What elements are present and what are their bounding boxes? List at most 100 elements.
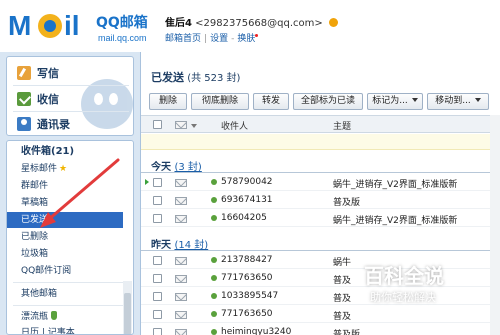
star-icon: ★: [59, 164, 68, 174]
folder-drift-bottle[interactable]: 漂流瓶: [7, 309, 123, 325]
folder-spam[interactable]: 垃圾箱: [7, 246, 123, 262]
delete-button[interactable]: 删除: [149, 93, 187, 110]
table-row[interactable]: 16604205 蜗牛_进销存_V2界面_标准版新: [141, 210, 500, 227]
sidebar-scroll-thumb[interactable]: [124, 293, 131, 334]
row-recipient: 1033895547: [221, 291, 279, 301]
folder-list: 收件箱(21) 星标邮件 ★ 群邮件 草稿箱 已发送 已删除 垃圾箱 QQ邮件订阅…: [6, 140, 134, 335]
table-row[interactable]: 771763650 普及: [141, 270, 500, 287]
contacts-icon: [17, 117, 31, 131]
mark-all-read-button[interactable]: 全部标为已读: [293, 93, 363, 110]
perm-delete-button[interactable]: 彻底删除: [191, 93, 249, 110]
folder-calendar-notes[interactable]: 日历 | 记事本: [7, 325, 123, 334]
qq-mail-logo[interactable]: M il QQ邮箱 mail.qq.com: [8, 10, 158, 50]
row-subject: 普及版: [333, 198, 361, 208]
column-recipient[interactable]: 收件人: [221, 119, 248, 132]
main-panel: 已发送 (共 523 封) 删除 彻底删除 转发 全部标为已读 标记为... 移…: [140, 52, 500, 335]
compose-button[interactable]: 写信: [7, 62, 135, 84]
row-subject: 蜗牛_进销存_V2界面_标准版新: [333, 216, 458, 226]
table-row[interactable]: 578790042 蜗牛_进销存_V2界面_标准版新: [141, 174, 500, 191]
sent-status-icon: [211, 179, 217, 185]
row-recipient: 213788427: [221, 255, 273, 265]
toolbar: 删除 彻底删除 转发 全部标为已读 标记为... 移动到...: [149, 93, 500, 110]
select-all-checkbox[interactable]: [153, 120, 162, 129]
sent-status-icon: [211, 329, 217, 335]
envelope-icon: [175, 329, 187, 335]
chevron-down-icon: [474, 98, 481, 102]
bottle-icon: [51, 311, 58, 320]
table-row[interactable]: heiminqyu3240 普及版: [141, 324, 500, 335]
user-line: 隹后4 <2982375668@qq.com>: [165, 14, 338, 29]
compose-icon: [17, 66, 31, 80]
envelope-icon: [175, 257, 187, 265]
mark-as-dropdown[interactable]: 标记为...: [367, 93, 423, 110]
group-yesterday: 昨天 (14 封): [151, 240, 209, 251]
row-recipient: heiminqyu3240: [221, 327, 292, 335]
sent-status-icon: [211, 311, 217, 317]
receive-button[interactable]: 收信: [7, 88, 135, 110]
folder-subscriptions[interactable]: QQ邮件订阅: [7, 263, 123, 279]
folder-drafts[interactable]: 草稿箱: [7, 195, 123, 211]
envelope-icon: [175, 197, 187, 205]
row-recipient: 771763650: [221, 309, 273, 319]
row-checkbox[interactable]: [153, 274, 162, 283]
row-checkbox[interactable]: [153, 328, 162, 335]
table-row[interactable]: 771763650 普及: [141, 306, 500, 323]
user-email: <2982375668@qq.com>: [195, 18, 323, 29]
folder-inbox[interactable]: 收件箱(21): [7, 144, 123, 160]
folder-sent[interactable]: 已发送: [7, 212, 123, 228]
folder-other-mailboxes[interactable]: 其他邮箱: [7, 286, 123, 302]
move-to-dropdown[interactable]: 移动到...: [427, 93, 489, 110]
watermark-subtitle: 助你轻松解决: [370, 291, 436, 304]
envelope-icon: [175, 293, 187, 301]
link-mail-home[interactable]: 邮箱首页: [165, 34, 201, 44]
row-subject: 蜗牛_进销存_V2界面_标准版新: [333, 180, 458, 190]
notice-bar: [141, 134, 500, 150]
envelope-icon: [175, 121, 187, 129]
mail-count: (共 523 封): [187, 73, 241, 84]
row-subject: 普及: [333, 312, 352, 322]
row-recipient: 771763650: [221, 273, 273, 283]
chevron-down-icon: [411, 98, 418, 102]
group-today: 今天 (3 封): [151, 162, 202, 173]
folder-starred[interactable]: 星标邮件 ★: [7, 161, 123, 177]
row-checkbox[interactable]: [153, 310, 162, 319]
watermark-title: 百科全说: [364, 264, 444, 288]
row-checkbox[interactable]: [153, 178, 162, 187]
current-row-icon: [145, 179, 149, 185]
quick-actions: 写信 收信 通讯录: [6, 56, 134, 136]
row-recipient: 578790042: [221, 177, 273, 187]
link-skin[interactable]: 换肤: [237, 34, 255, 44]
envelope-icon: [175, 275, 187, 283]
row-checkbox[interactable]: [153, 196, 162, 205]
row-checkbox[interactable]: [153, 256, 162, 265]
column-subject[interactable]: 主题: [333, 119, 351, 132]
inbox-icon: [17, 92, 31, 106]
page-title: 已发送 (共 523 封): [151, 71, 241, 84]
sent-status-icon: [211, 293, 217, 299]
row-subject: 普及: [333, 276, 352, 286]
sent-status-icon: [211, 197, 217, 203]
forward-button[interactable]: 转发: [253, 93, 289, 110]
status-icon[interactable]: [328, 18, 338, 27]
folder-group-mail[interactable]: 群邮件: [7, 178, 123, 194]
folder-deleted[interactable]: 已删除: [7, 229, 123, 245]
header: M il QQ邮箱 mail.qq.com 隹后4 <2982375668@qq…: [0, 0, 500, 52]
contacts-button[interactable]: 通讯录: [7, 113, 135, 135]
main-scrollbar[interactable]: [490, 115, 500, 335]
table-row[interactable]: 213788427 蜗牛: [141, 252, 500, 269]
row-subject: 普及: [333, 294, 352, 304]
sent-status-icon: [211, 257, 217, 263]
sidebar: 写信 收信 通讯录 收件箱(21) 星标邮件 ★ 群邮件 草稿箱 已发送 已删除 …: [0, 52, 140, 335]
table-row[interactable]: 693674131 普及版: [141, 192, 500, 209]
envelope-icon: [175, 311, 187, 319]
row-checkbox[interactable]: [153, 214, 162, 223]
table-row[interactable]: 1033895547 普及: [141, 288, 500, 305]
row-checkbox[interactable]: [153, 292, 162, 301]
link-settings[interactable]: 设置: [210, 34, 228, 44]
row-recipient: 693674131: [221, 195, 273, 205]
chevron-down-icon[interactable]: [191, 124, 197, 128]
new-dot-icon: [255, 34, 259, 37]
envelope-icon: [175, 215, 187, 223]
table-header: 收件人 主题: [141, 115, 500, 133]
row-recipient: 16604205: [221, 213, 267, 223]
